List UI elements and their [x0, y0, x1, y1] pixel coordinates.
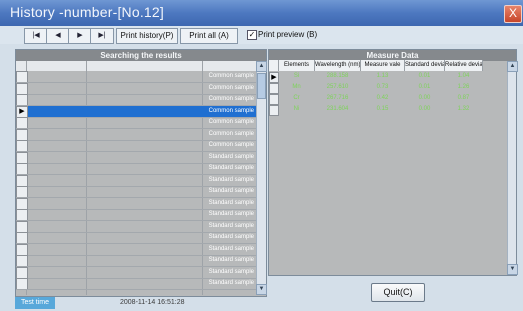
- close-icon[interactable]: X: [504, 5, 522, 23]
- measure-data-scrollbar[interactable]: ▲ ▼: [507, 61, 518, 275]
- column-header[interactable]: Wavelength (nm): [315, 60, 361, 71]
- sample-type-cell: Common sample: [208, 96, 254, 102]
- measure-cell: 0.87: [457, 95, 470, 101]
- print-all-button[interactable]: Print all (A): [180, 28, 238, 44]
- sample-type-cell: Standard sample: [208, 222, 254, 229]
- sample-type-cell: Common sample: [208, 119, 254, 125]
- sample-type-cell: Standard sample: [208, 165, 254, 171]
- measure-cell: Cr: [293, 95, 300, 101]
- scroll-thumb[interactable]: [257, 73, 266, 99]
- column-header[interactable]: Relative deviation: [445, 60, 483, 71]
- first-record-button[interactable]: |◀: [24, 28, 48, 44]
- column-header-row: [16, 61, 256, 71]
- sample-type-cell: Common sample: [208, 107, 254, 114]
- measure-cell: 288.158: [326, 73, 349, 79]
- sample-type-cell: Standard sample: [208, 280, 254, 286]
- table-row[interactable]: ▶ Common sample: [16, 105, 256, 118]
- measure-cell: 1.13: [376, 73, 389, 79]
- table-row[interactable]: Standard sample: [16, 255, 256, 267]
- row-divider: [16, 289, 256, 290]
- title-bar: History -number-[No.12] X: [0, 0, 523, 26]
- measure-cell: 0.42: [376, 95, 389, 101]
- scroll-up-icon[interactable]: ▲: [507, 61, 518, 72]
- column-header[interactable]: Standard deviation: [405, 60, 445, 71]
- column-header[interactable]: Measure vale: [361, 60, 405, 71]
- current-row-icon[interactable]: ▶: [269, 72, 279, 83]
- sample-type-cell: Standard sample: [208, 153, 254, 160]
- search-results-panel: Searching the results Common sample Commo…: [15, 49, 267, 297]
- sample-type-cell: Common sample: [208, 84, 254, 91]
- scroll-down-icon[interactable]: ▼: [256, 284, 267, 295]
- measure-cell: 257.610: [326, 84, 349, 90]
- window-title: History -number-[No.12]: [10, 4, 164, 20]
- measure-cell: 0.01: [418, 84, 431, 90]
- previous-record-button[interactable]: ◀: [46, 28, 70, 44]
- table-row[interactable]: Common sample: [16, 71, 256, 83]
- table-row[interactable]: Standard sample: [16, 232, 256, 244]
- table-row[interactable]: Standard sample: [16, 209, 256, 221]
- row-header-corner: [269, 60, 279, 71]
- measure-cell: 1.32: [457, 106, 470, 112]
- table-row[interactable]: Standard sample: [16, 163, 256, 175]
- sample-type-cell: Standard sample: [208, 245, 254, 252]
- quit-button[interactable]: Quit(C): [371, 283, 425, 302]
- next-record-button[interactable]: ▶: [68, 28, 92, 44]
- measure-cell: 1.04: [457, 73, 470, 79]
- measure-cell: Si: [293, 73, 300, 79]
- sample-type-cell: Standard sample: [208, 176, 254, 183]
- last-record-button[interactable]: ▶|: [90, 28, 114, 44]
- measure-cell: 1.26: [457, 84, 470, 90]
- row-header[interactable]: [269, 83, 279, 94]
- scroll-up-icon[interactable]: ▲: [256, 61, 267, 72]
- table-row[interactable]: Standard sample: [16, 266, 256, 279]
- table-row[interactable]: Common sample: [16, 128, 256, 141]
- print-preview-label: Print preview (B): [258, 30, 318, 39]
- measure-cell: 0.73: [376, 84, 389, 90]
- measure-cell: 0.15: [376, 106, 389, 112]
- sample-type-cell: Standard sample: [208, 188, 254, 194]
- measure-cell: 0.01: [418, 73, 431, 79]
- sample-type-cell: Common sample: [208, 142, 254, 148]
- sample-type-cell: Standard sample: [208, 268, 254, 275]
- table-row[interactable]: Common sample: [16, 117, 256, 129]
- scroll-down-icon[interactable]: ▼: [507, 264, 518, 275]
- table-row[interactable]: Standard sample: [16, 243, 256, 256]
- table-row[interactable]: Standard sample: [16, 278, 256, 290]
- table-row[interactable]: Common sample: [16, 140, 256, 152]
- measure-cell: 231.604: [326, 106, 349, 112]
- table-row[interactable]: Standard sample: [16, 151, 256, 164]
- table-row[interactable]: Common sample: [16, 82, 256, 95]
- measure-cell: 0.00: [418, 95, 431, 101]
- row-header[interactable]: [269, 94, 279, 105]
- sample-type-cell: Standard sample: [208, 199, 254, 206]
- search-results-scrollbar[interactable]: ▲ ▼: [256, 61, 267, 295]
- table-row[interactable]: Common sample: [16, 94, 256, 106]
- measure-cell: 267.716: [326, 95, 349, 101]
- table-row[interactable]: Standard sample: [16, 220, 256, 233]
- sample-type-cell: Standard sample: [208, 211, 254, 217]
- search-results-header: Searching the results: [16, 50, 266, 61]
- table-row[interactable]: Standard sample: [16, 197, 256, 210]
- table-row[interactable]: Standard sample: [16, 174, 256, 187]
- row-header[interactable]: [269, 105, 279, 116]
- column-header[interactable]: Elements: [279, 60, 315, 71]
- test-time-value: 2008-11-14 16:51:28: [120, 299, 185, 306]
- measure-cell: Mn: [292, 84, 301, 90]
- measure-cell: Ni: [293, 106, 300, 112]
- print-history-button[interactable]: Print history(P): [116, 28, 178, 44]
- sample-type-cell: Standard sample: [208, 234, 254, 240]
- measure-cell: 0.00: [418, 106, 431, 112]
- sample-type-cell: Common sample: [208, 73, 254, 79]
- test-time-label: Test time: [15, 297, 55, 309]
- sample-type-cell: Common sample: [208, 130, 254, 137]
- table-row[interactable]: Standard sample: [16, 186, 256, 198]
- print-preview-checkbox[interactable]: ✓: [247, 30, 257, 40]
- sample-type-cell: Standard sample: [208, 257, 254, 263]
